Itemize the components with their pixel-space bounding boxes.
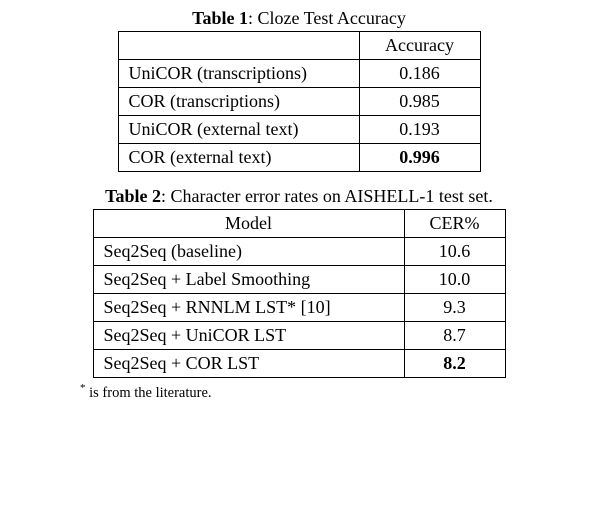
table2-model-cell: Seq2Seq (baseline) [93, 238, 404, 266]
table1-model-cell: COR (external text) [118, 144, 359, 172]
table1-header-row: Accuracy [118, 32, 480, 60]
table1-model-cell: UniCOR (transcriptions) [118, 60, 359, 88]
table2-footnote: * is from the literature. [80, 382, 578, 402]
table2-model-cell: Seq2Seq + UniCOR LST [93, 322, 404, 350]
table-row: COR (transcriptions) 0.985 [118, 88, 480, 116]
table2-cer-cell: 10.0 [404, 266, 505, 294]
table2-cer-cell: 8.7 [404, 322, 505, 350]
table-row: COR (external text) 0.996 [118, 144, 480, 172]
table2-model-cell: Seq2Seq + COR LST [93, 350, 404, 378]
table1-caption: Table 1: Cloze Test Accuracy [20, 8, 578, 29]
table2: Model CER% Seq2Seq (baseline) 10.6 Seq2S… [93, 209, 506, 378]
table1-caption-prefix: Table 1 [192, 8, 248, 28]
table2-model-cell: Seq2Seq + Label Smoothing [93, 266, 404, 294]
table-row: Seq2Seq + Label Smoothing 10.0 [93, 266, 505, 294]
table2-cer-cell: 8.2 [404, 350, 505, 378]
table2-model-cell: Seq2Seq + RNNLM LST* [10] [93, 294, 404, 322]
footnote-text: is from the literature. [86, 385, 212, 401]
table2-cer-cell: 9.3 [404, 294, 505, 322]
table-row: Seq2Seq + RNNLM LST* [10] 9.3 [93, 294, 505, 322]
table-row: Seq2Seq (baseline) 10.6 [93, 238, 505, 266]
table1-acc-cell: 0.193 [359, 116, 480, 144]
table2-caption-text: : Character error rates on AISHELL-1 tes… [161, 186, 493, 206]
table2-header-col2: CER% [404, 210, 505, 238]
table1-model-cell: COR (transcriptions) [118, 88, 359, 116]
table2-header-row: Model CER% [93, 210, 505, 238]
table2-caption: Table 2: Character error rates on AISHEL… [20, 186, 578, 207]
table1-caption-text: : Cloze Test Accuracy [248, 8, 406, 28]
table1: Accuracy UniCOR (transcriptions) 0.186 C… [118, 31, 481, 172]
table2-cer-cell: 10.6 [404, 238, 505, 266]
table1-header-col1 [118, 32, 359, 60]
table1-header-col2: Accuracy [359, 32, 480, 60]
table2-caption-prefix: Table 2 [105, 186, 161, 206]
table-row: Seq2Seq + UniCOR LST 8.7 [93, 322, 505, 350]
table1-model-cell: UniCOR (external text) [118, 116, 359, 144]
table-row: UniCOR (transcriptions) 0.186 [118, 60, 480, 88]
table1-acc-cell: 0.985 [359, 88, 480, 116]
table-row: Seq2Seq + COR LST 8.2 [93, 350, 505, 378]
table1-acc-cell: 0.996 [359, 144, 480, 172]
table2-header-col1: Model [93, 210, 404, 238]
table1-acc-cell: 0.186 [359, 60, 480, 88]
table-row: UniCOR (external text) 0.193 [118, 116, 480, 144]
